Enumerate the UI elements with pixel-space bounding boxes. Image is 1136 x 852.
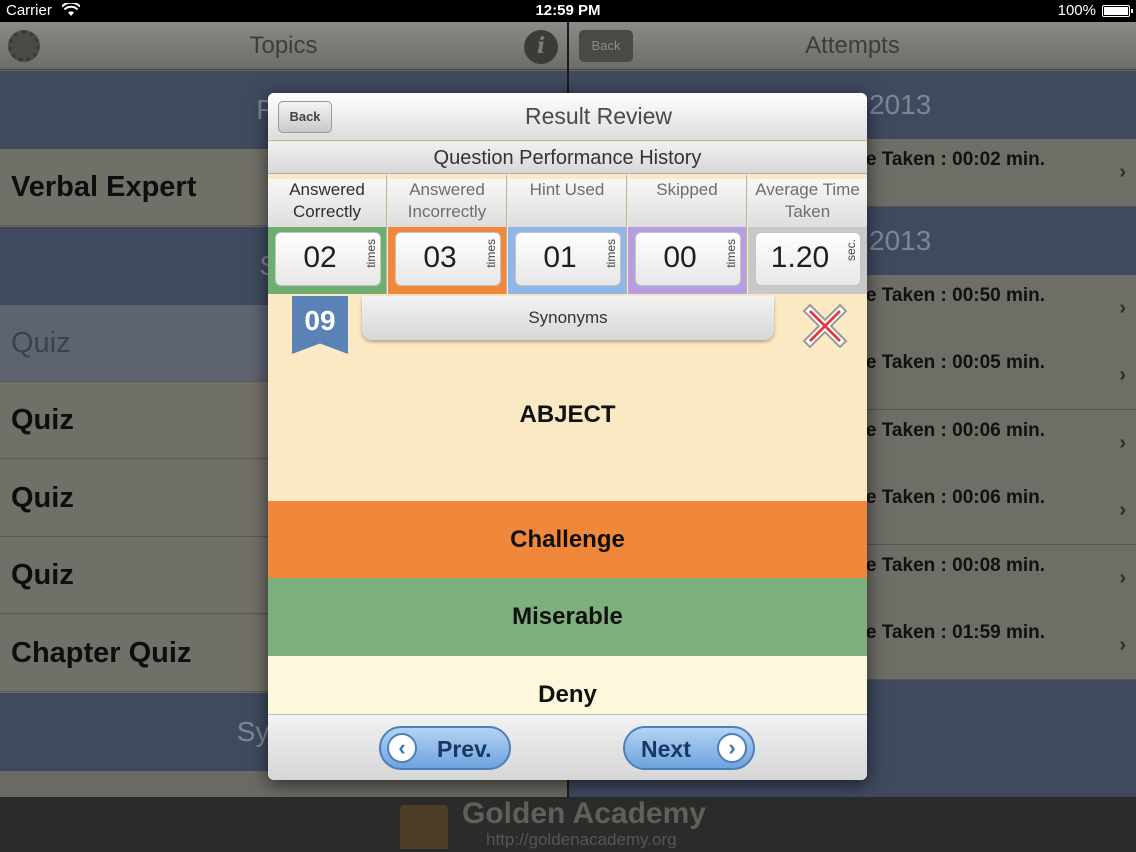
stat-unit: sec. xyxy=(844,239,858,262)
stat-label: Answered Correctly xyxy=(268,179,386,227)
stat-label: Skipped xyxy=(628,179,746,227)
stat-value: 01 xyxy=(543,241,577,274)
stat-box: 1.20 sec. xyxy=(755,232,861,286)
stat-skipped: Skipped 00 times xyxy=(628,175,747,294)
stat-label: Hint Used xyxy=(508,179,626,227)
stat-box: 01 times xyxy=(515,232,621,286)
chevron-right-icon: › xyxy=(1119,567,1126,589)
stat-value: 02 xyxy=(303,241,337,274)
attempts-title: Attempts xyxy=(805,32,900,59)
battery-percent: 100% xyxy=(1057,2,1096,19)
stat-unit: times xyxy=(604,239,618,268)
attempt-time: me Taken : 00:06 min. xyxy=(849,420,1046,441)
chevron-right-icon: › xyxy=(1119,364,1126,386)
brand-name: Golden Academy xyxy=(462,797,706,830)
footer: Golden Academy http://goldenacademy.org xyxy=(0,797,1136,852)
stat-answered-correctly: Answered Correctly 02 times xyxy=(268,175,387,294)
battery-icon xyxy=(1102,5,1133,17)
chevron-right-icon: › xyxy=(1119,297,1126,319)
chevron-right-icon: › xyxy=(1119,432,1126,454)
stat-label: Average Time Taken xyxy=(748,179,867,227)
stat-value: 1.20 xyxy=(770,241,830,274)
clock: 12:59 PM xyxy=(535,2,601,19)
question-text: ABJECT xyxy=(519,401,616,428)
prev-label: Prev. xyxy=(437,736,492,762)
stat-value: 00 xyxy=(663,241,697,274)
chevron-right-icon: › xyxy=(1119,499,1126,521)
attempt-time: me Taken : 00:02 min. xyxy=(849,149,1046,170)
stat-answered-incorrectly: Answered Incorrectly 03 times xyxy=(388,175,507,294)
next-label: Next xyxy=(641,736,691,762)
option-incorrect[interactable]: Challenge xyxy=(268,501,867,579)
stat-box: 03 times xyxy=(395,232,501,286)
topic-label: Synonyms xyxy=(362,296,774,340)
chevron-right-icon: › xyxy=(1119,161,1126,183)
navigation-bar: ‹ Prev. Next › xyxy=(268,714,867,780)
status-bar: Carrier 12:59 PM 100% xyxy=(0,0,1136,22)
modal-title: Result Review xyxy=(525,103,672,129)
attempt-time: me Taken : 01:59 min. xyxy=(849,622,1046,643)
attempt-time: me Taken : 00:05 min. xyxy=(849,352,1046,373)
attempts-header: Back Attempts xyxy=(569,22,1136,70)
topics-title: Topics xyxy=(249,32,318,59)
topics-header: Topics i xyxy=(0,22,567,70)
option-correct[interactable]: Miserable xyxy=(268,578,867,656)
chevron-left-icon: ‹ xyxy=(387,733,417,763)
stat-value: 03 xyxy=(423,241,457,274)
stat-box: 00 times xyxy=(635,232,741,286)
next-button[interactable]: Next › xyxy=(623,726,755,770)
attempt-time: me Taken : 00:50 min. xyxy=(849,285,1046,306)
modal-header: Back Result Review xyxy=(268,93,867,141)
stat-label: Answered Incorrectly xyxy=(388,179,506,227)
question-number-badge: 09 xyxy=(292,296,348,354)
stat-box: 02 times xyxy=(275,232,381,286)
academy-logo-icon xyxy=(400,805,448,849)
attempt-time: me Taken : 00:08 min. xyxy=(849,555,1046,576)
brand-url[interactable]: http://goldenacademy.org xyxy=(486,830,677,850)
stat-unit: times xyxy=(724,239,738,268)
attempt-time: me Taken : 00:06 min. xyxy=(849,487,1046,508)
info-icon[interactable]: i xyxy=(524,30,558,64)
red-x-icon xyxy=(800,301,850,351)
chevron-right-icon: › xyxy=(717,733,747,763)
result-review-modal: Back Result Review Question Performance … xyxy=(268,93,867,780)
prev-button[interactable]: ‹ Prev. xyxy=(379,726,511,770)
stat-unit: times xyxy=(484,239,498,268)
stat-unit: times xyxy=(364,239,378,268)
chevron-right-icon: › xyxy=(1119,634,1126,656)
stat-hint-used: Hint Used 01 times xyxy=(508,175,627,294)
stats-row: Answered Correctly 02 times Answered Inc… xyxy=(268,175,867,294)
history-title: Question Performance History xyxy=(268,142,867,174)
stat-average-time: Average Time Taken 1.20 sec. xyxy=(748,175,867,294)
